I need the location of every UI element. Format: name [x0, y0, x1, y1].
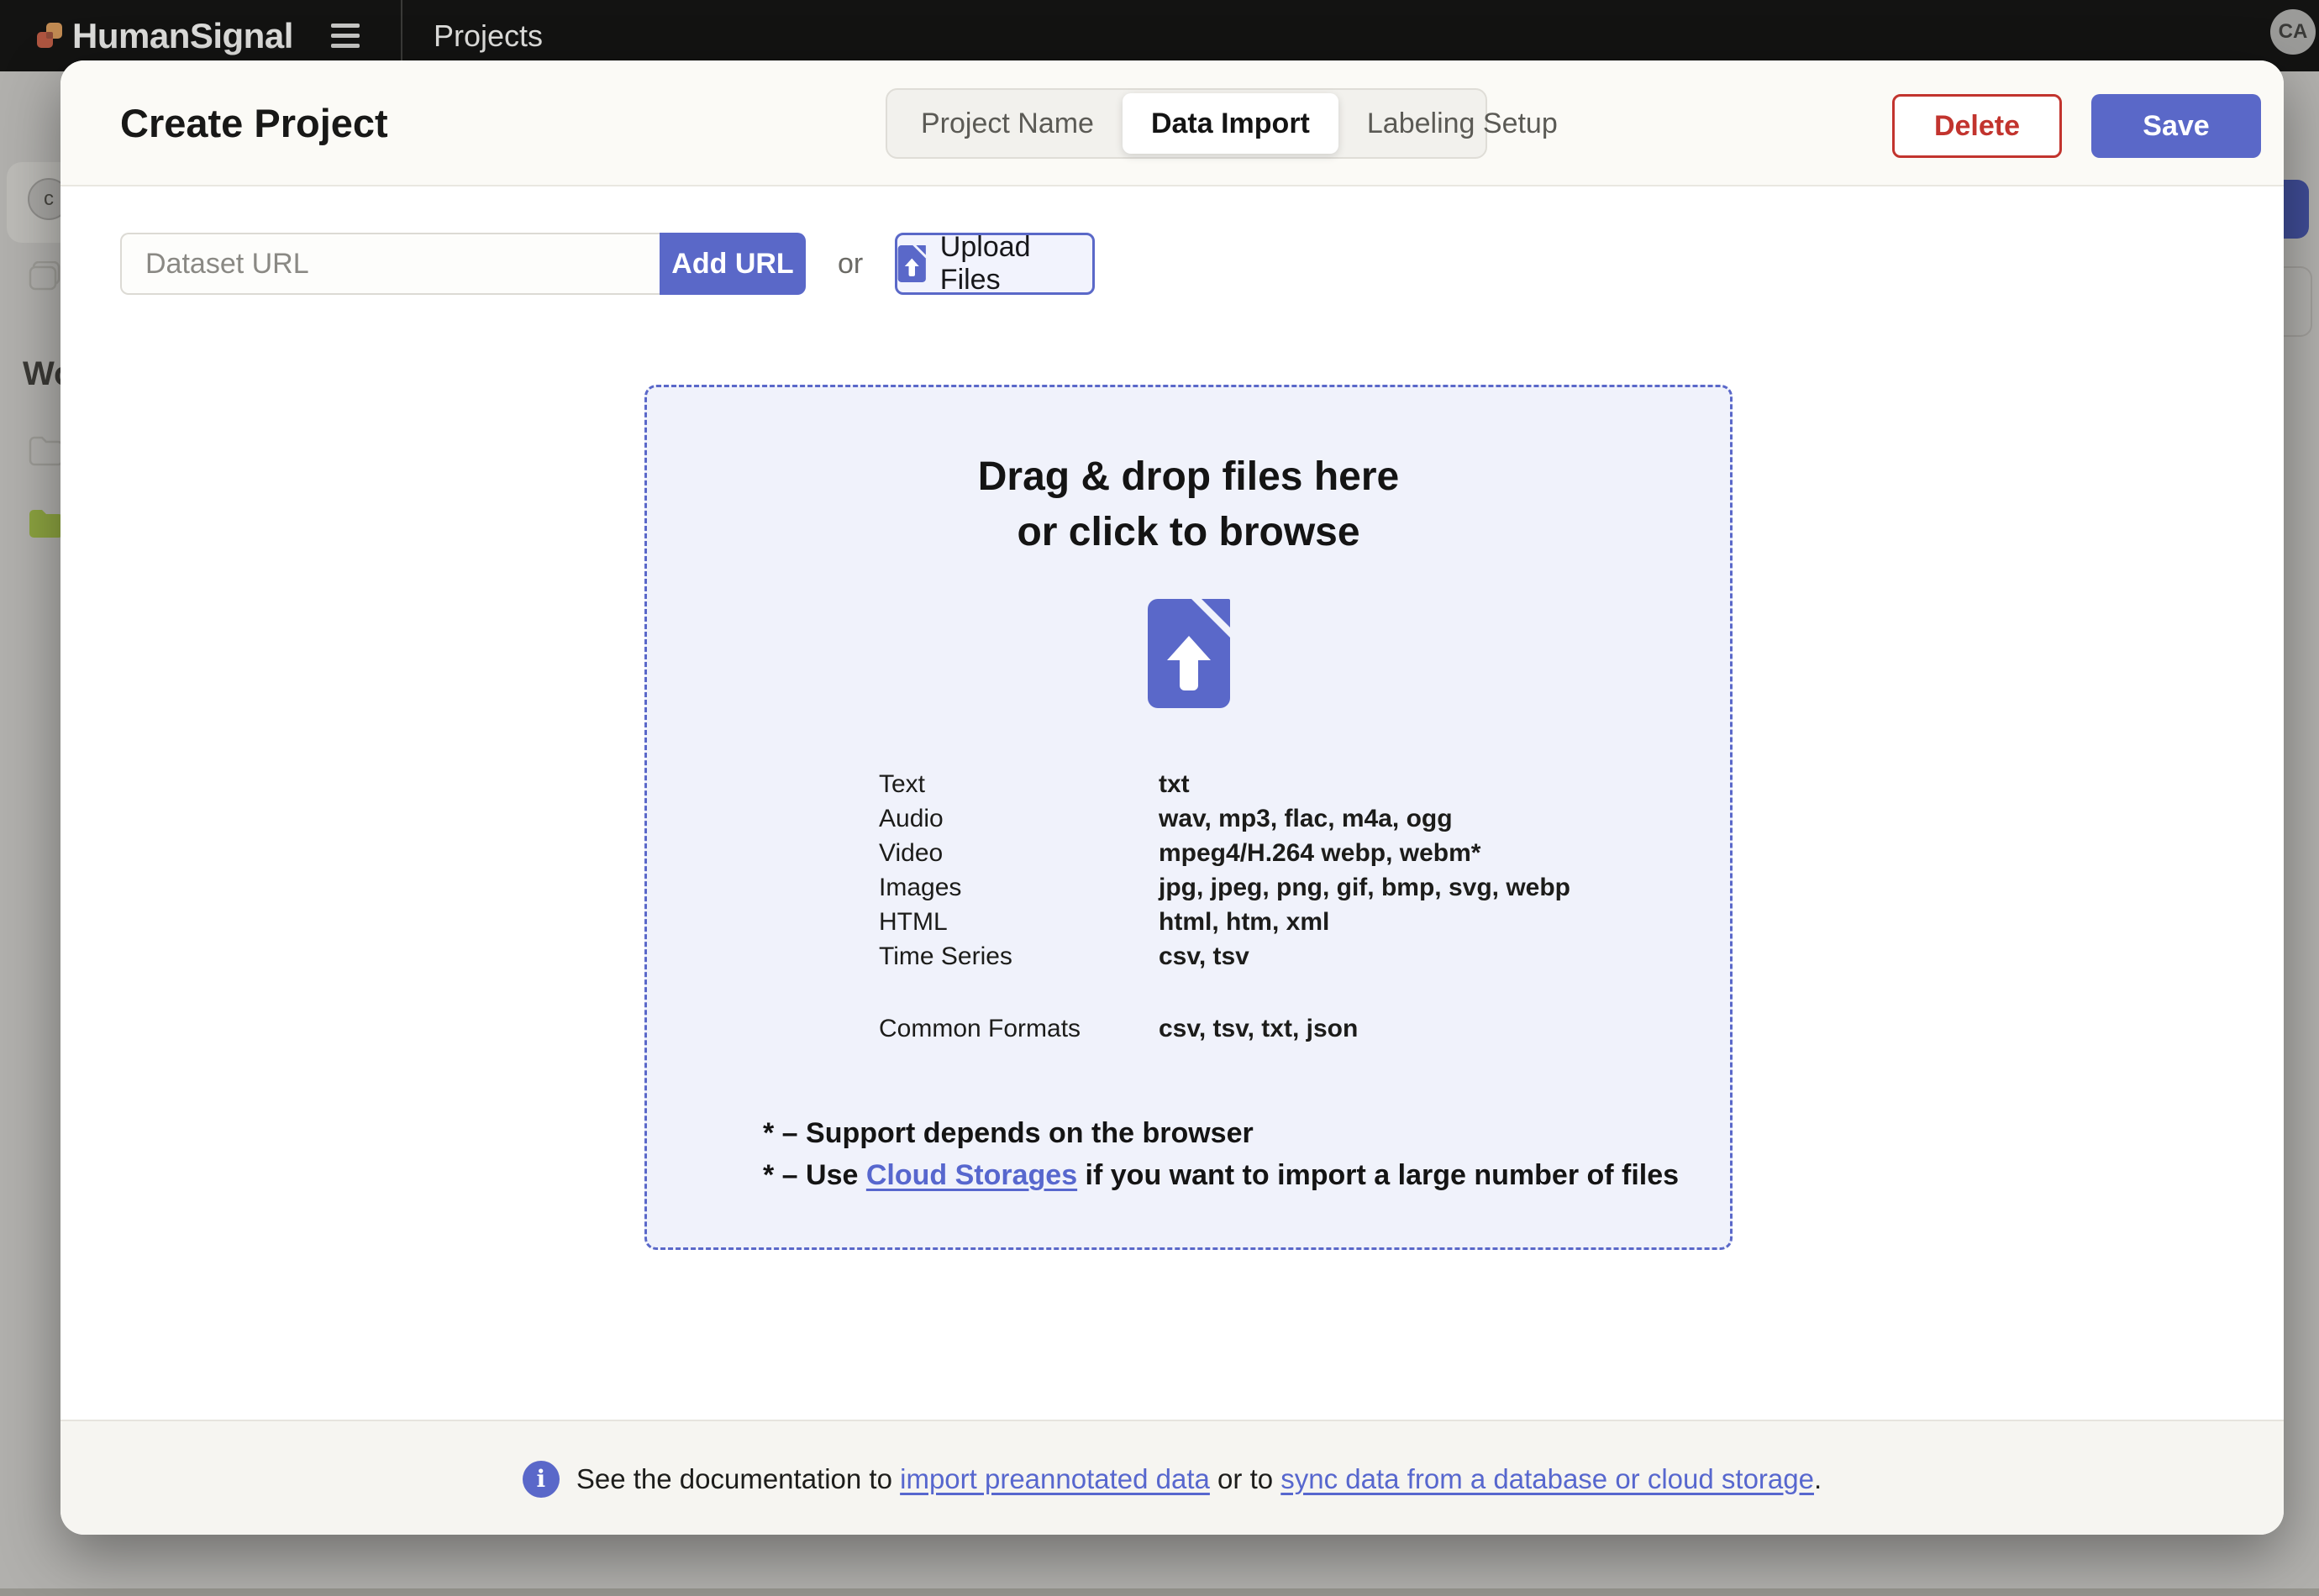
format-value: csv, tsv, txt, json: [1159, 1014, 1359, 1042]
format-row-video: Video mpeg4/H.264 webp, webm*: [879, 836, 1685, 870]
upload-files-button[interactable]: Upload Files: [895, 231, 1096, 296]
add-url-button[interactable]: Add URL: [660, 233, 806, 295]
projects-stack-icon: [29, 261, 60, 291]
format-value: mpeg4/H.264 webp, webm*: [1159, 838, 1481, 867]
format-value: jpg, jpeg, png, gif, bmp, svg, webp: [1159, 873, 1570, 901]
tab-data-import[interactable]: Data Import: [1122, 93, 1338, 154]
save-button[interactable]: Save: [2091, 94, 2261, 158]
hidden-search-fragment: [2282, 266, 2312, 337]
common-formats-row: Common Formats csv, tsv, txt, json: [879, 1011, 1685, 1046]
import-preannotated-link[interactable]: import preannotated data: [900, 1463, 1210, 1494]
tab-labeling-setup[interactable]: Labeling Setup: [1338, 97, 1586, 150]
footer-text: See the documentation to import preannot…: [576, 1463, 1822, 1495]
dataset-url-row: Add URL or Upload Files: [120, 231, 1096, 296]
dataset-url-input[interactable]: [120, 233, 660, 295]
tab-project-name[interactable]: Project Name: [892, 97, 1123, 150]
format-row-text: Text txt: [879, 767, 1685, 801]
app-root: c Wo Projects: 1-1 « ‹ 1 of 1 › »: [0, 0, 2319, 1596]
modal-footer: i See the documentation to import preann…: [60, 1420, 2284, 1535]
upload-files-label: Upload Files: [939, 231, 1031, 296]
folder-icon: [29, 436, 63, 466]
footer-text-suffix: .: [1813, 1462, 1822, 1494]
dropzone-heading: Drag & drop files here or click to brows…: [647, 449, 1730, 560]
hidden-primary-button-fragment: [2282, 180, 2309, 239]
info-icon: i: [522, 1460, 560, 1498]
note-browser-support: * – Support depends on the browser: [763, 1117, 1254, 1149]
create-project-modal: Create Project Project Name Data Import …: [60, 60, 2284, 1535]
format-row-images: Images jpg, jpeg, png, gif, bmp, svg, we…: [879, 870, 1685, 905]
dropzone[interactable]: Drag & drop files here or click to brows…: [644, 385, 1733, 1250]
delete-button[interactable]: Delete: [1892, 94, 2062, 158]
format-label: Text: [879, 769, 926, 798]
format-value: csv, tsv: [1159, 942, 1249, 970]
hamburger-menu-icon[interactable]: [331, 18, 365, 53]
green-folder-icon: [29, 510, 63, 538]
format-label: Images: [879, 873, 962, 901]
format-value: html, htm, xml: [1159, 907, 1330, 936]
format-value: wav, mp3, flac, m4a, ogg: [1159, 804, 1453, 832]
sync-data-link[interactable]: sync data from a database or cloud stora…: [1280, 1463, 1814, 1494]
format-label: Time Series: [879, 942, 1012, 970]
upload-file-icon: [1147, 599, 1230, 708]
footer-text-prefix: See the documentation to: [576, 1462, 901, 1494]
page-title: Create Project: [120, 100, 388, 145]
format-label: HTML: [879, 907, 948, 936]
dropzone-heading-line1: Drag & drop files here: [977, 454, 1400, 499]
file-upload-icon: [897, 245, 927, 282]
format-row-html: HTML html, htm, xml: [879, 905, 1685, 939]
format-label: Video: [879, 838, 944, 867]
note-cloud-storages: * – Use Cloud Storages if you want to im…: [763, 1154, 1679, 1196]
note-cloud-suffix: if you want to import a large number of …: [1077, 1159, 1680, 1191]
footer-text-middle: or to: [1209, 1462, 1281, 1494]
user-avatar[interactable]: CA: [2270, 9, 2316, 55]
formats-table: Text txt Audio wav, mp3, flac, m4a, ogg …: [879, 767, 1685, 1046]
format-value: txt: [1159, 769, 1190, 798]
tab-group: Project Name Data Import Labeling Setup: [886, 88, 1558, 159]
page-bottom-strip: [0, 1588, 2319, 1596]
dropzone-notes: * – Support depends on the browser * – U…: [763, 1112, 1679, 1196]
format-label: Common Formats: [879, 1014, 1081, 1042]
humansignal-logo-icon: [37, 23, 64, 50]
format-row-audio: Audio wav, mp3, flac, m4a, ogg: [879, 801, 1685, 836]
format-row-timeseries: Time Series csv, tsv: [879, 939, 1685, 974]
cloud-storages-link[interactable]: Cloud Storages: [866, 1159, 1077, 1191]
dropzone-heading-line2: or click to browse: [1017, 510, 1360, 554]
note-cloud-prefix: * – Use: [763, 1159, 866, 1191]
format-label: Audio: [879, 804, 944, 832]
or-label: or: [838, 247, 864, 280]
